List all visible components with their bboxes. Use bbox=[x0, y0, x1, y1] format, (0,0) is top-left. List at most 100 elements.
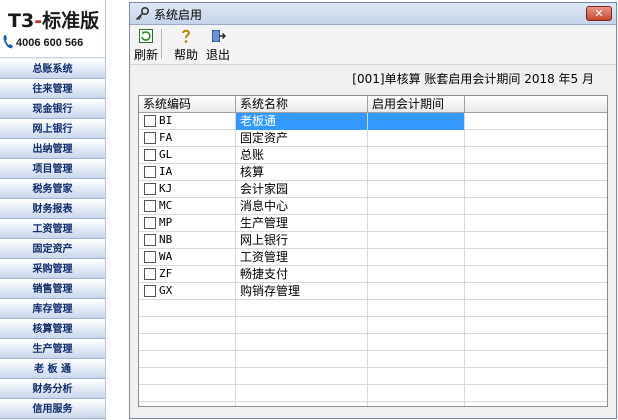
cell-code-text: KJ bbox=[159, 182, 173, 195]
cell-blank bbox=[465, 266, 607, 283]
cell-blank bbox=[465, 130, 607, 147]
table-row[interactable]: MC 消息中心 bbox=[139, 198, 607, 215]
cell-name bbox=[236, 317, 368, 334]
help-label: 帮助 bbox=[174, 48, 199, 62]
sidebar-item[interactable]: 销售管理 bbox=[0, 279, 105, 299]
cell-name: 购销存管理 bbox=[236, 283, 368, 300]
system-enable-window: 系统启用 ✕ 刷新 帮助 退出 [001]单核算 账套启用会计期间 2018 年… bbox=[129, 2, 617, 419]
sidebar-item[interactable]: 工资管理 bbox=[0, 219, 105, 239]
help-button[interactable]: 帮助 bbox=[174, 28, 198, 63]
brand-title-prefix: T3 bbox=[8, 10, 35, 32]
cell-blank bbox=[465, 232, 607, 249]
enable-checkbox[interactable] bbox=[144, 166, 156, 178]
cell-code: FA bbox=[139, 130, 236, 147]
column-header-period[interactable]: 启用会计期间 bbox=[368, 96, 465, 113]
cell-name: 老板通 bbox=[236, 113, 368, 130]
sidebar-item[interactable]: 现金银行 bbox=[0, 99, 105, 119]
cell-period[interactable] bbox=[368, 232, 465, 249]
sidebar-item[interactable]: 总账系统 bbox=[0, 59, 105, 79]
key-icon bbox=[135, 6, 150, 21]
cell-name: 工资管理 bbox=[236, 249, 368, 266]
cell-blank bbox=[465, 402, 607, 406]
table-row[interactable]: GL 总账 bbox=[139, 147, 607, 164]
enable-checkbox[interactable] bbox=[144, 268, 156, 280]
cell-period[interactable] bbox=[368, 113, 465, 130]
titlebar[interactable]: 系统启用 ✕ bbox=[130, 3, 616, 25]
cell-code-text: WA bbox=[159, 250, 173, 263]
enable-checkbox[interactable] bbox=[144, 132, 156, 144]
cell-blank bbox=[465, 385, 607, 402]
cell-name bbox=[236, 351, 368, 368]
sidebar-item[interactable]: 库存管理 bbox=[0, 299, 105, 319]
enable-checkbox[interactable] bbox=[144, 217, 156, 229]
cell-name: 会计家园 bbox=[236, 181, 368, 198]
sidebar-item[interactable]: 固定资产 bbox=[0, 239, 105, 259]
cell-code: BI bbox=[139, 113, 236, 130]
cell-period bbox=[368, 317, 465, 334]
sidebar-item[interactable]: 老 板 通 bbox=[0, 359, 105, 379]
table-row[interactable]: IA 核算 bbox=[139, 164, 607, 181]
table-row[interactable]: NB 网上银行 bbox=[139, 232, 607, 249]
close-button[interactable]: ✕ bbox=[586, 6, 612, 21]
sidebar-item[interactable]: 信用服务 bbox=[0, 399, 105, 419]
sidebar-item[interactable]: 网上银行 bbox=[0, 119, 105, 139]
brand-phone: 4006 600 566 bbox=[16, 37, 84, 49]
toolbar: 刷新 帮助 退出 bbox=[130, 25, 616, 65]
column-header-blank bbox=[465, 96, 607, 113]
cell-period[interactable] bbox=[368, 249, 465, 266]
cell-period[interactable] bbox=[368, 181, 465, 198]
table-row[interactable]: GX 购销存管理 bbox=[139, 283, 607, 300]
cell-period bbox=[368, 334, 465, 351]
cell-name: 固定资产 bbox=[236, 130, 368, 147]
cell-blank bbox=[465, 351, 607, 368]
cell-blank bbox=[465, 113, 607, 130]
cell-blank bbox=[465, 300, 607, 317]
cell-period[interactable] bbox=[368, 283, 465, 300]
column-header-name[interactable]: 系统名称 bbox=[236, 96, 368, 113]
enable-checkbox[interactable] bbox=[144, 234, 156, 246]
column-header-code[interactable]: 系统编码 bbox=[139, 96, 236, 113]
sidebar-item[interactable]: 出纳管理 bbox=[0, 139, 105, 159]
cell-name bbox=[236, 300, 368, 317]
enable-checkbox[interactable] bbox=[144, 285, 156, 297]
sidebar-item[interactable]: 采购管理 bbox=[0, 259, 105, 279]
sidebar: T3-标准版 4006 600 566 总账系统 往来管理 现金银行 网上银行 出纳管理… bbox=[0, 0, 106, 420]
table-row[interactable]: MP 生产管理 bbox=[139, 215, 607, 232]
sidebar-item[interactable]: 税务管家 bbox=[0, 179, 105, 199]
cell-period bbox=[368, 300, 465, 317]
table-row[interactable]: WA 工资管理 bbox=[139, 249, 607, 266]
cell-period[interactable] bbox=[368, 147, 465, 164]
exit-icon bbox=[212, 30, 226, 42]
table-row-empty bbox=[139, 334, 607, 351]
sidebar-item[interactable]: 财务分析 bbox=[0, 379, 105, 399]
cell-blank bbox=[465, 181, 607, 198]
enable-checkbox[interactable] bbox=[144, 200, 156, 212]
table-row[interactable]: FA 固定资产 bbox=[139, 130, 607, 147]
cell-period[interactable] bbox=[368, 198, 465, 215]
refresh-button[interactable]: 刷新 bbox=[134, 28, 158, 63]
cell-code bbox=[139, 385, 236, 402]
table-row[interactable]: ZF 畅捷支付 bbox=[139, 266, 607, 283]
enable-checkbox[interactable] bbox=[144, 251, 156, 263]
cell-code: GX bbox=[139, 283, 236, 300]
enable-checkbox[interactable] bbox=[144, 115, 156, 127]
exit-button[interactable]: 退出 bbox=[206, 28, 230, 63]
cell-period[interactable] bbox=[368, 266, 465, 283]
phone-icon bbox=[3, 35, 13, 49]
sidebar-item[interactable]: 项目管理 bbox=[0, 159, 105, 179]
cell-period[interactable] bbox=[368, 164, 465, 181]
sidebar-item[interactable]: 生产管理 bbox=[0, 339, 105, 359]
sidebar-item[interactable]: 财务报表 bbox=[0, 199, 105, 219]
table-row[interactable]: KJ 会计家园 bbox=[139, 181, 607, 198]
cell-code-text: ZF bbox=[159, 267, 173, 280]
cell-period[interactable] bbox=[368, 215, 465, 232]
cell-period[interactable] bbox=[368, 130, 465, 147]
cell-code bbox=[139, 351, 236, 368]
sidebar-item[interactable]: 往来管理 bbox=[0, 79, 105, 99]
enable-checkbox[interactable] bbox=[144, 149, 156, 161]
table-row[interactable]: BI 老板通 bbox=[139, 113, 607, 130]
sidebar-item[interactable]: 核算管理 bbox=[0, 319, 105, 339]
enable-checkbox[interactable] bbox=[144, 183, 156, 195]
cell-name: 总账 bbox=[236, 147, 368, 164]
cell-blank bbox=[465, 164, 607, 181]
